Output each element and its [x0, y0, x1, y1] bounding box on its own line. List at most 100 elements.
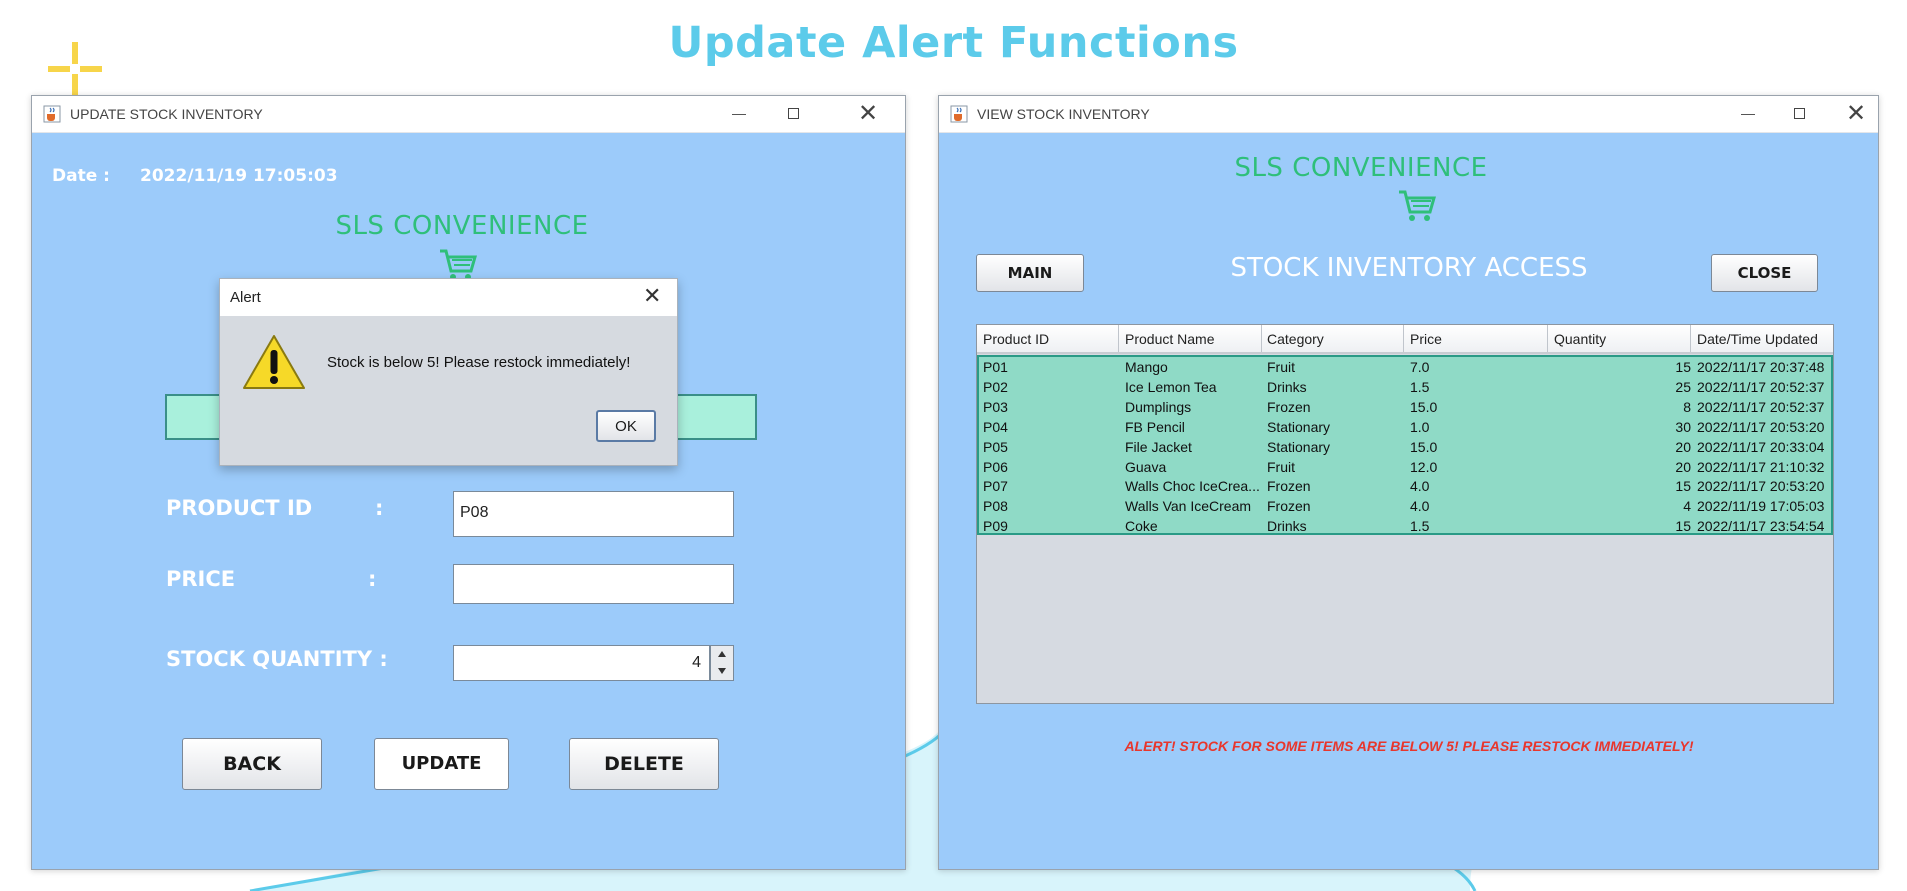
- maximize-button[interactable]: [1788, 102, 1812, 126]
- table-cell: Mango: [1125, 359, 1168, 375]
- table-cell: P06: [983, 458, 1008, 475]
- table-cell: Frozen: [1267, 498, 1311, 515]
- product-id-field[interactable]: P08: [453, 491, 734, 537]
- table-cell: 2022/11/17 20:53:20: [1697, 418, 1825, 435]
- table-cell: 4: [1683, 498, 1691, 515]
- column-header[interactable]: Date/Time Updated: [1697, 331, 1818, 347]
- table-cell: Ice Lemon Tea: [1125, 378, 1217, 395]
- table-cell: 1.5: [1410, 518, 1430, 535]
- table-row[interactable]: P07 Walls Choc IceCrea... Frozen 4.0 15 2022/…: [979, 476, 1831, 496]
- table-cell: 2022/11/19 17:05:03: [1697, 498, 1825, 515]
- table-cell: 7.0: [1410, 359, 1430, 375]
- brand-name: SLS CONVENIENCE: [335, 211, 589, 241]
- table-cell: Frozen: [1267, 398, 1311, 415]
- shopping-cart-icon: [440, 249, 477, 280]
- table-cell: P04: [983, 418, 1008, 435]
- shopping-cart-icon: [1399, 190, 1436, 221]
- update-button[interactable]: UPDATE: [374, 738, 509, 790]
- table-cell: Walls Van IceCream: [1125, 498, 1252, 515]
- table-cell: Fruit: [1267, 359, 1295, 375]
- table-cell: Dumplings: [1125, 398, 1192, 415]
- table-cell: Frozen: [1267, 478, 1311, 495]
- product-id-colon: :: [375, 496, 384, 520]
- table-cell: 20: [1675, 458, 1691, 475]
- table-cell: 2022/11/17 20:52:37: [1697, 398, 1825, 415]
- table-header: Product ID Product Name Category Price Q…: [977, 325, 1833, 354]
- table-row[interactable]: P09 Coke Drinks 1.5 15 2022/11/17 23:54:54: [979, 516, 1831, 536]
- column-header[interactable]: Category: [1267, 331, 1324, 347]
- maximize-button[interactable]: [782, 102, 806, 126]
- table-cell: 2022/11/17 21:10:32: [1697, 458, 1825, 475]
- column-header[interactable]: Price: [1410, 331, 1442, 347]
- close-window-button[interactable]: ✕: [856, 102, 880, 126]
- table-cell: Fruit: [1267, 458, 1295, 475]
- date-label: Date :: [52, 166, 110, 186]
- table-cell: 2022/11/17 20:52:37: [1697, 378, 1825, 395]
- main-button[interactable]: MAIN: [976, 254, 1084, 292]
- table-cell: 2022/11/17 20:33:04: [1697, 438, 1825, 455]
- quantity-spinner[interactable]: [710, 645, 734, 681]
- stock-quantity-label: STOCK QUANTITY :: [166, 647, 388, 671]
- table-cell: 2022/11/17 23:54:54: [1697, 518, 1825, 535]
- table-row[interactable]: P06 Guava Fruit 12.0 20 2022/11/17 21:10:32: [979, 457, 1831, 477]
- spinner-up-icon[interactable]: [718, 651, 726, 657]
- table-cell: 4.0: [1410, 478, 1430, 495]
- ok-button[interactable]: OK: [596, 410, 656, 442]
- table-cell: 4.0: [1410, 498, 1430, 515]
- column-header[interactable]: Quantity: [1554, 331, 1606, 347]
- table-cell: 30: [1675, 418, 1691, 435]
- stock-table[interactable]: Product ID Product Name Category Price Q…: [976, 324, 1834, 704]
- table-cell: Stationary: [1267, 418, 1331, 435]
- price-label: PRICE: [166, 567, 236, 591]
- column-divider: [1261, 325, 1262, 352]
- slide-title: Update Alert Functions: [668, 18, 1239, 68]
- table-cell: P01: [983, 359, 1008, 375]
- table-row[interactable]: P02 Ice Lemon Tea Drinks 1.5 25 2022/11/17 20…: [979, 377, 1831, 397]
- minimize-button[interactable]: [727, 102, 751, 126]
- back-button[interactable]: BACK: [182, 738, 322, 790]
- table-cell: Guava: [1125, 458, 1167, 475]
- update-stock-window: UPDATE STOCK INVENTORY ✕ Date : 2022/11/…: [31, 95, 906, 870]
- java-cup-icon: [950, 105, 968, 123]
- java-cup-icon: [43, 105, 61, 123]
- minimize-button[interactable]: [1736, 102, 1760, 126]
- table-cell: P07: [983, 478, 1008, 495]
- table-row[interactable]: P01 Mango Fruit 7.0 15 2022/11/17 20:37:48: [979, 357, 1831, 377]
- table-row[interactable]: P05 File Jacket Stationary 15.0 20 2022/11/17…: [979, 437, 1831, 457]
- update-window-titlebar: UPDATE STOCK INVENTORY ✕: [32, 96, 905, 133]
- alert-close-button[interactable]: ✕: [643, 283, 661, 309]
- delete-button[interactable]: DELETE: [569, 738, 719, 790]
- table-cell: 12.0: [1410, 458, 1438, 475]
- product-id-label: PRODUCT ID: [166, 496, 313, 520]
- alert-banner-text: ALERT! STOCK FOR SOME ITEMS ARE BELOW 5!…: [1124, 738, 1694, 754]
- close-window-button[interactable]: ✕: [1844, 102, 1868, 126]
- stock-quantity-field[interactable]: 4: [453, 645, 710, 681]
- spinner-down-icon[interactable]: [718, 668, 726, 674]
- table-cell: 15.0: [1410, 438, 1438, 455]
- table-cell: P09: [983, 518, 1008, 535]
- price-field[interactable]: [453, 564, 734, 604]
- table-cell: Drinks: [1267, 378, 1307, 395]
- table-row[interactable]: P03 Dumplings Frozen 15.0 8 2022/11/17 20:52:…: [979, 397, 1831, 417]
- table-cell: Coke: [1125, 518, 1158, 535]
- table-cell: File Jacket: [1125, 438, 1192, 455]
- price-colon: :: [368, 567, 377, 591]
- table-cell: 2022/11/17 20:53:20: [1697, 478, 1825, 495]
- table-cell: 20: [1675, 438, 1691, 455]
- table-cell: P03: [983, 398, 1008, 415]
- view-window-titlebar: VIEW STOCK INVENTORY ✕: [939, 96, 1878, 133]
- column-header[interactable]: Product ID: [983, 331, 1049, 347]
- table-row[interactable]: P04 FB Pencil Stationary 1.0 30 2022/11/17 20…: [979, 417, 1831, 437]
- column-header[interactable]: Product Name: [1125, 331, 1214, 347]
- column-divider: [1547, 325, 1548, 352]
- warning-triangle-icon: [243, 335, 305, 389]
- close-button[interactable]: CLOSE: [1711, 254, 1818, 292]
- table-cell: 1.0: [1410, 418, 1430, 435]
- table-cell: FB Pencil: [1125, 418, 1185, 435]
- date-value: 2022/11/19 17:05:03: [140, 166, 338, 186]
- alert-titlebar: Alert ✕: [220, 279, 677, 316]
- table-cell: P02: [983, 378, 1008, 395]
- table-cell: 15: [1675, 478, 1691, 495]
- alert-message: Stock is below 5! Please restock immedia…: [327, 354, 631, 371]
- table-row[interactable]: P08 Walls Van IceCream Frozen 4.0 4 2022/11/1…: [979, 496, 1831, 516]
